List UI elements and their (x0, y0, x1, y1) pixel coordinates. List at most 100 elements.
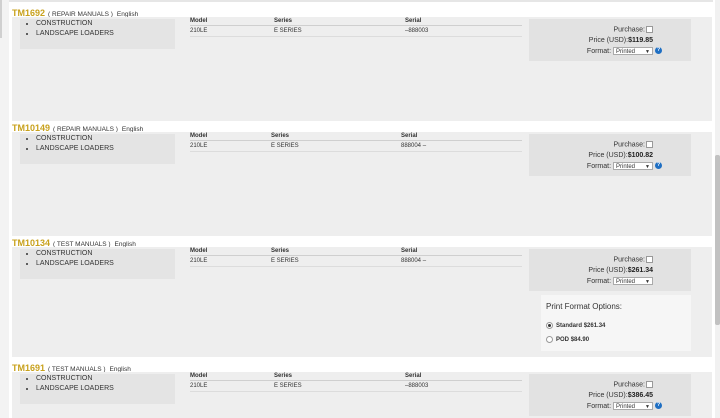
manual-panel: CONSTRUCTION LANDSCAPE LOADERS Model Ser… (12, 132, 712, 236)
series-value: E SERIES (271, 255, 401, 267)
category-item: CONSTRUCTION (36, 134, 175, 144)
purchase-row: Purchase: (613, 256, 653, 263)
format-selected-value: Printed (616, 279, 636, 285)
serial-header: Serial (401, 247, 522, 256)
dropdown-arrow-icon: ▼ (645, 279, 650, 285)
manual-panel: CONSTRUCTION LANDSCAPE LOADERS Model Ser… (12, 247, 712, 357)
print-options-title: Print Format Options: (546, 302, 623, 311)
price-row: Price (USD):$386.45 (588, 392, 653, 399)
format-select[interactable]: Printed ▼ (613, 162, 653, 170)
series-value: E SERIES (274, 25, 405, 37)
purchase-box: Purchase: Price (USD):$100.82 Format: Pr… (529, 134, 691, 176)
dropdown-arrow-icon: ▼ (645, 164, 650, 170)
purchase-label: Purchase: (613, 381, 645, 389)
purchase-checkbox[interactable] (646, 26, 653, 33)
category-item: LANDSCAPE LOADERS (36, 29, 175, 39)
format-select[interactable]: Printed ▼ (613, 277, 653, 285)
price-value: $119.85 (628, 37, 653, 44)
left-edge-marker (0, 0, 2, 38)
model-header: Model (190, 372, 274, 381)
price-value: $386.45 (627, 392, 653, 399)
format-selected-value: Printed (616, 164, 636, 170)
dropdown-arrow-icon: ▼ (645, 49, 650, 55)
option-standard[interactable]: Standard $261.34 (546, 322, 605, 329)
spec-table: Model Series Serial 210LE E SERIES 88800… (190, 247, 522, 267)
spec-header-row: Model Series Serial (190, 247, 522, 256)
serial-header: Serial (405, 372, 522, 381)
option-pod[interactable]: POD $84.90 (546, 336, 589, 343)
spec-row: 210LE E SERIES 888004 – (190, 255, 522, 267)
series-header: Series (274, 372, 405, 381)
spec-header-row: Model Series Serial (190, 132, 522, 141)
format-row: Format: Printed ▼ (587, 277, 653, 285)
format-selected-value: Printed (616, 49, 636, 55)
serial-header: Serial (401, 132, 522, 141)
help-icon[interactable]: ? (655, 162, 662, 169)
purchase-label: Purchase: (613, 256, 645, 264)
spec-table: Model Series Serial 210LE E SERIES –8880… (190, 17, 522, 37)
spec-row: 210LE E SERIES 888004 – (190, 140, 522, 152)
print-format-options: Print Format Options: Standard $261.34 P… (541, 295, 691, 351)
help-icon[interactable]: ? (655, 402, 662, 409)
price-label: Price (USD): (588, 37, 629, 44)
purchase-checkbox[interactable] (646, 256, 653, 263)
manual-entry: TM1691( TEST MANUALS ) English CONSTRUCT… (9, 362, 713, 418)
vertical-scrollbar[interactable] (715, 0, 720, 418)
purchase-box: Purchase: Price (USD):$386.45 Format: Pr… (529, 374, 691, 416)
dropdown-arrow-icon: ▼ (645, 404, 650, 410)
price-value: $261.34 (627, 267, 653, 274)
scrollbar-thumb[interactable] (715, 155, 720, 325)
model-header: Model (190, 247, 271, 256)
model-header: Model (190, 132, 271, 141)
format-row: Format: Printed ▼ (587, 402, 653, 410)
format-select[interactable]: Printed ▼ (613, 47, 653, 55)
category-box: CONSTRUCTION LANDSCAPE LOADERS (20, 249, 175, 279)
category-item: CONSTRUCTION (36, 19, 175, 29)
format-label: Format: (586, 277, 612, 285)
purchase-box: Purchase: Price (USD):$119.85 Format: Pr… (529, 19, 691, 61)
serial-header: Serial (405, 17, 522, 26)
category-item: CONSTRUCTION (36, 374, 175, 384)
series-value: E SERIES (274, 380, 405, 392)
model-header: Model (190, 17, 274, 26)
format-select[interactable]: Printed ▼ (613, 402, 653, 410)
category-list: CONSTRUCTION LANDSCAPE LOADERS (20, 19, 175, 39)
help-icon[interactable]: ? (655, 47, 662, 54)
format-label: Format: (586, 162, 612, 170)
purchase-label: Purchase: (613, 26, 645, 34)
price-label: Price (USD): (588, 152, 628, 159)
series-header: Series (271, 132, 401, 141)
spec-row: 210LE E SERIES –888003 (190, 380, 522, 392)
price-label: Price (USD): (588, 267, 628, 274)
series-header: Series (274, 17, 405, 26)
price-value: $100.82 (627, 152, 653, 159)
category-item: LANDSCAPE LOADERS (36, 384, 175, 394)
option-pod-price: $84.90 (570, 337, 590, 344)
manual-entry: TM10134( TEST MANUALS ) English CONSTRUC… (9, 237, 713, 357)
category-list: CONSTRUCTION LANDSCAPE LOADERS (20, 374, 175, 394)
purchase-label: Purchase: (613, 141, 645, 149)
radio-button-icon[interactable] (546, 322, 553, 329)
category-item: LANDSCAPE LOADERS (36, 259, 175, 269)
series-header: Series (271, 247, 401, 256)
purchase-checkbox[interactable] (646, 141, 653, 148)
spec-header-row: Model Series Serial (190, 17, 522, 26)
category-box: CONSTRUCTION LANDSCAPE LOADERS (20, 374, 175, 404)
option-pod-label: POD (556, 337, 570, 344)
serial-value: 888004 – (401, 140, 522, 152)
radio-button-icon[interactable] (546, 336, 553, 343)
top-divider (9, 0, 713, 2)
serial-value: –888003 (405, 25, 522, 37)
price-label: Price (USD): (588, 392, 628, 399)
price-row: Price (USD):$100.82 (588, 152, 653, 159)
purchase-row: Purchase: (613, 141, 653, 148)
model-value: 210LE (190, 380, 274, 392)
format-selected-value: Printed (616, 404, 636, 410)
category-list: CONSTRUCTION LANDSCAPE LOADERS (20, 134, 175, 154)
manual-entry: TM1692( REPAIR MANUALS ) English CONSTRU… (9, 7, 713, 121)
model-value: 210LE (190, 25, 274, 37)
format-label: Format: (586, 402, 612, 410)
spec-row: 210LE E SERIES –888003 (190, 25, 522, 37)
manual-panel: CONSTRUCTION LANDSCAPE LOADERS Model Ser… (12, 17, 712, 121)
purchase-checkbox[interactable] (646, 381, 653, 388)
